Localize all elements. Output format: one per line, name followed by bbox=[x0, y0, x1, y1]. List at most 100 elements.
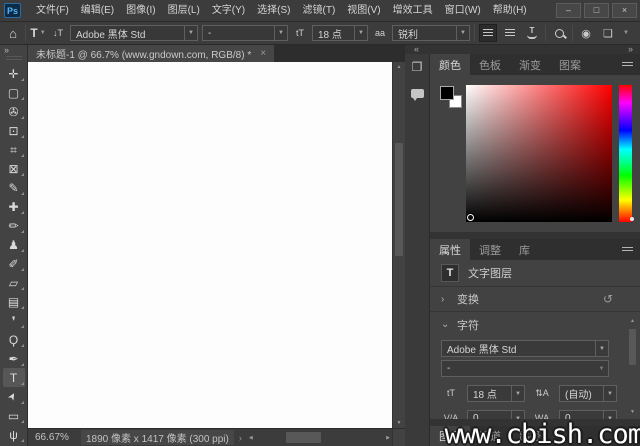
status-chevron-icon[interactable]: › bbox=[239, 433, 242, 443]
comments-panel-icon[interactable] bbox=[408, 86, 426, 100]
horizontal-scroll-thumb[interactable] bbox=[286, 432, 321, 443]
font-size-select[interactable]: 18 点 ▼ bbox=[312, 25, 368, 41]
color-tab-2[interactable]: 渐变 bbox=[510, 54, 550, 75]
hue-slider-marker[interactable] bbox=[630, 217, 634, 221]
layers-tab-0[interactable]: 图层 bbox=[430, 426, 470, 446]
zoom-level-field[interactable]: 66.67% bbox=[35, 432, 75, 443]
panel-toggle-button[interactable]: ❏ bbox=[599, 24, 617, 42]
menu-item-1[interactable]: 编辑(E) bbox=[75, 0, 120, 21]
hand-tool[interactable]: ψ bbox=[3, 425, 25, 444]
help-button[interactable]: ◉ bbox=[577, 24, 595, 42]
properties-tab-0[interactable]: 属性 bbox=[430, 239, 470, 260]
align-center-button[interactable] bbox=[501, 24, 519, 42]
vertical-scroll-thumb[interactable] bbox=[395, 143, 403, 256]
brush-tool[interactable]: ✏ bbox=[3, 216, 25, 235]
document-tab[interactable]: 未标题-1 @ 66.7% (www.gndown.com, RGB/8) * … bbox=[28, 45, 274, 62]
collapse-panels-chevron[interactable]: « bbox=[414, 45, 419, 54]
tracking-icon: WA bbox=[531, 414, 553, 419]
char-kerning-select[interactable]: 0 ▼ bbox=[467, 410, 525, 419]
align-left-button[interactable] bbox=[479, 24, 497, 42]
rectangle-tool[interactable]: ▭ bbox=[3, 406, 25, 425]
scroll-up-icon[interactable]: ▲ bbox=[393, 63, 405, 71]
scroll-up-icon[interactable]: ▲ bbox=[627, 317, 638, 325]
properties-panel-content: T 文字图层 › 变换 ↺ ⌄ 字符 bbox=[430, 260, 640, 419]
home-icon[interactable]: ⌂ bbox=[5, 24, 21, 42]
maximize-button[interactable]: □ bbox=[584, 3, 609, 18]
char-leading-select[interactable]: (自动) ▼ bbox=[559, 385, 617, 402]
menu-item-2[interactable]: 图像(I) bbox=[120, 0, 161, 21]
menu-item-4[interactable]: 文字(Y) bbox=[206, 0, 251, 21]
char-font-style-select[interactable]: - ▼ bbox=[441, 360, 609, 377]
properties-scrollbar[interactable]: ▲ ▼ bbox=[627, 317, 638, 416]
warp-text-button[interactable]: T bbox=[523, 24, 541, 42]
history-brush-tool[interactable]: ✐ bbox=[3, 254, 25, 273]
search-button[interactable] bbox=[550, 24, 568, 42]
panel-menu-icon[interactable] bbox=[622, 62, 633, 68]
menu-item-3[interactable]: 图层(L) bbox=[162, 0, 206, 21]
type-tool-preset-button[interactable]: T ▼ bbox=[30, 24, 46, 42]
panel-menu-icon[interactable] bbox=[622, 434, 633, 440]
char-size-select[interactable]: 18 点 ▼ bbox=[467, 385, 525, 402]
eyedropper-tool[interactable]: ✎ bbox=[3, 178, 25, 197]
close-button[interactable]: × bbox=[612, 3, 637, 18]
menu-item-7[interactable]: 视图(V) bbox=[341, 0, 386, 21]
font-style-select[interactable]: - ▼ bbox=[202, 25, 288, 41]
color-tab-0[interactable]: 颜色 bbox=[430, 54, 470, 75]
menu-item-0[interactable]: 文件(F) bbox=[30, 0, 75, 21]
vertical-scrollbar[interactable]: ▲ ▼ bbox=[392, 62, 405, 428]
layers-tab-2[interactable]: 路径 bbox=[510, 426, 550, 446]
properties-scroll-thumb[interactable] bbox=[629, 329, 636, 365]
scroll-down-icon[interactable]: ▼ bbox=[627, 408, 638, 416]
scroll-left-icon[interactable]: ◀ bbox=[249, 429, 253, 446]
text-orientation-toggle[interactable]: ↓T bbox=[50, 24, 66, 42]
libraries-panel-icon[interactable]: ❐ bbox=[408, 60, 426, 74]
character-section-header[interactable]: ⌄ 字符 bbox=[430, 312, 640, 337]
rectangular-marquee-tool[interactable]: ▢ bbox=[3, 83, 25, 102]
reset-transform-icon[interactable]: ↺ bbox=[603, 292, 613, 306]
move-tool[interactable]: ✛ bbox=[3, 64, 25, 83]
hue-slider[interactable] bbox=[619, 85, 632, 222]
frame-tool[interactable]: ⊠ bbox=[3, 159, 25, 178]
char-tracking-select[interactable]: 0 ▼ bbox=[559, 410, 617, 419]
scroll-down-icon[interactable]: ▼ bbox=[393, 419, 405, 427]
crop-tool[interactable]: ⌗ bbox=[3, 140, 25, 159]
color-tab-3[interactable]: 图案 bbox=[550, 54, 590, 75]
close-tab-icon[interactable]: × bbox=[260, 48, 266, 59]
pen-tool[interactable]: ✒ bbox=[3, 349, 25, 368]
dodge-tool[interactable]: Ϙ bbox=[3, 330, 25, 349]
menu-item-5[interactable]: 选择(S) bbox=[251, 0, 296, 21]
blur-tool[interactable]: ❜ bbox=[3, 311, 25, 330]
menu-item-10[interactable]: 帮助(H) bbox=[487, 0, 533, 21]
canvas[interactable] bbox=[28, 62, 392, 428]
horizontal-scrollbar[interactable]: ◀ ▶ bbox=[247, 429, 392, 446]
lasso-tool[interactable]: ✇ bbox=[3, 102, 25, 121]
char-font-family-value: Adobe 黑体 Std bbox=[442, 341, 595, 356]
expand-panels-chevron[interactable]: » bbox=[628, 45, 633, 54]
object-selection-tool[interactable]: ⊡ bbox=[3, 121, 25, 140]
toolbar-grip[interactable] bbox=[6, 56, 22, 60]
color-tab-1[interactable]: 色板 bbox=[470, 54, 510, 75]
layers-tab-1[interactable]: 通道 bbox=[470, 426, 510, 446]
horizontal-type-tool[interactable]: T bbox=[3, 368, 25, 387]
menu-item-8[interactable]: 增效工具 bbox=[387, 0, 439, 21]
menu-item-9[interactable]: 窗口(W) bbox=[439, 0, 487, 21]
menu-item-6[interactable]: 滤镜(T) bbox=[297, 0, 342, 21]
toolbar-collapse-chevron[interactable]: » bbox=[0, 45, 13, 55]
properties-tab-1[interactable]: 调整 bbox=[470, 239, 510, 260]
properties-tab-2[interactable]: 库 bbox=[510, 239, 539, 260]
panel-menu-icon[interactable] bbox=[622, 247, 633, 253]
color-field-marker[interactable] bbox=[467, 214, 474, 221]
path-selection-tool[interactable]: ➤ bbox=[3, 387, 25, 406]
spot-healing-brush-tool[interactable]: ✚ bbox=[3, 197, 25, 216]
minimize-button[interactable]: – bbox=[556, 3, 581, 18]
color-field[interactable] bbox=[466, 85, 612, 222]
foreground-color-swatch[interactable] bbox=[440, 86, 454, 100]
transform-section-header[interactable]: › 变换 ↺ bbox=[430, 287, 640, 312]
clone-stamp-tool[interactable]: ♟ bbox=[3, 235, 25, 254]
gradient-tool[interactable]: ▤ bbox=[3, 292, 25, 311]
font-family-select[interactable]: Adobe 黑体 Std ▼ bbox=[70, 25, 198, 41]
scroll-right-icon[interactable]: ▶ bbox=[386, 429, 390, 446]
anti-alias-select[interactable]: 锐利 ▼ bbox=[392, 25, 470, 41]
char-font-family-select[interactable]: Adobe 黑体 Std ▼ bbox=[441, 340, 609, 357]
eraser-tool[interactable]: ▱ bbox=[3, 273, 25, 292]
